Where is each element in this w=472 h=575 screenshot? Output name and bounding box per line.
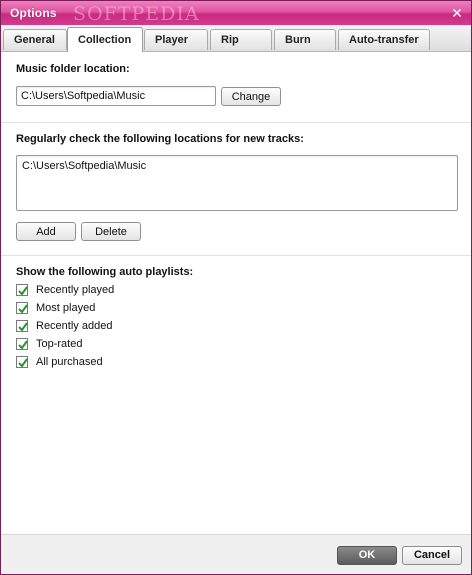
checkbox-label: All purchased	[36, 356, 103, 368]
locations-label: Regularly check the following locations …	[16, 133, 304, 145]
softpedia-watermark: SOFTPEDIA	[73, 3, 200, 25]
checkbox-label: Recently added	[36, 320, 113, 332]
delete-button[interactable]: Delete	[81, 222, 141, 241]
checkbox[interactable]	[16, 302, 28, 314]
locations-list[interactable]: C:\Users\Softpedia\Music	[16, 155, 458, 211]
check-icon	[18, 286, 28, 296]
check-icon	[18, 304, 28, 314]
checkbox-label: Recently played	[36, 284, 115, 296]
cancel-button[interactable]: Cancel	[402, 546, 462, 565]
separator	[1, 255, 471, 256]
title-bar[interactable]: Options SOFTPEDIA ✕	[1, 1, 471, 25]
tab-burn[interactable]: Burn	[274, 29, 336, 50]
tab-collection[interactable]: Collection	[67, 27, 143, 52]
checkbox[interactable]	[16, 356, 28, 368]
list-item[interactable]: C:\Users\Softpedia\Music	[22, 160, 452, 172]
checkbox[interactable]	[16, 338, 28, 350]
separator	[1, 122, 471, 123]
dialog-footer: OK Cancel	[1, 534, 471, 574]
check-icon	[18, 322, 28, 332]
checkbox-label: Most played	[36, 302, 96, 314]
options-window: Options SOFTPEDIA ✕ General Collection P…	[0, 0, 472, 575]
check-icon	[18, 358, 28, 368]
check-icon	[18, 340, 28, 350]
music-folder-label: Music folder location:	[16, 63, 130, 75]
checkbox[interactable]	[16, 320, 28, 332]
tab-player[interactable]: Player	[144, 29, 208, 50]
change-button[interactable]: Change	[221, 87, 281, 106]
window-title: Options	[10, 6, 57, 20]
ok-button[interactable]: OK	[337, 546, 397, 565]
music-folder-input[interactable]: C:\Users\Softpedia\Music	[16, 86, 216, 106]
tab-auto-transfer[interactable]: Auto-transfer	[338, 29, 430, 50]
auto-playlists-label: Show the following auto playlists:	[16, 266, 194, 278]
tab-general[interactable]: General	[3, 29, 67, 50]
tab-rip[interactable]: Rip	[210, 29, 272, 50]
tab-bar: General Collection Player Rip Burn Auto-…	[1, 25, 471, 52]
collection-panel: Music folder location: C:\Users\Softpedi…	[1, 52, 471, 534]
checkbox-label: Top-rated	[36, 338, 83, 350]
checkbox[interactable]	[16, 284, 28, 296]
close-icon[interactable]: ✕	[449, 5, 465, 21]
add-button[interactable]: Add	[16, 222, 76, 241]
